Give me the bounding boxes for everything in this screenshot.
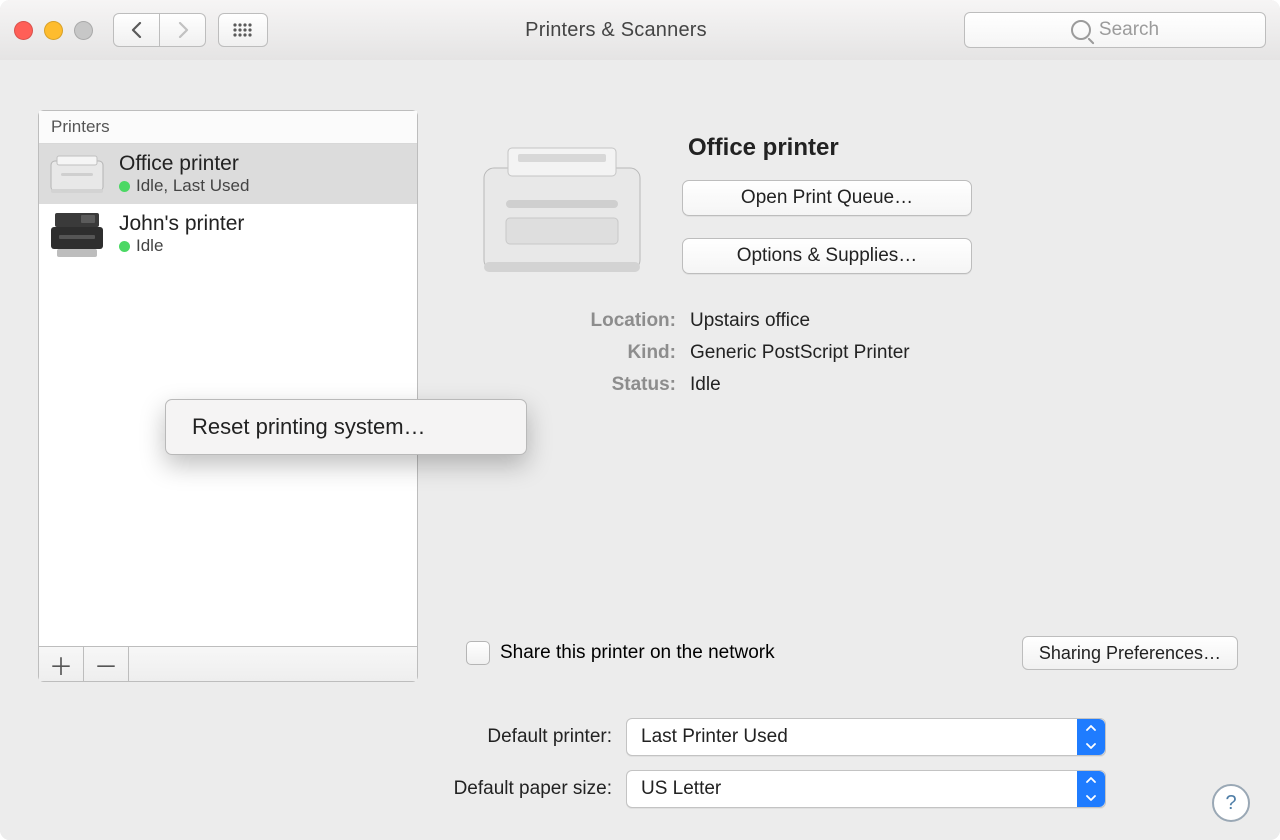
printer-row-office[interactable]: Office printer Idle, Last Used [39,144,417,204]
default-paper-row: Default paper size: US Letter [0,770,1252,808]
printer-list-panel: Printers Office printer Idle, Last Used [38,110,418,682]
default-paper-popup[interactable]: US Letter [626,770,1106,808]
printer-hero: Office printer Open Print Queue… Options… [438,110,1252,298]
open-print-queue-button[interactable]: Open Print Queue… [682,180,972,216]
window-zoom-button[interactable] [74,21,93,40]
search-icon [1071,20,1091,40]
forward-button[interactable] [160,13,206,47]
printer-actions: Office printer Open Print Queue… Options… [672,128,1232,296]
add-printer-button[interactable]: ＋ [39,647,84,681]
printer-icon [47,210,107,258]
minus-icon: － [94,647,118,682]
default-printer-row: Default printer: Last Printer Used [0,718,1252,756]
kind-label: Kind: [456,342,676,364]
titlebar: Printers & Scanners Search [0,0,1280,61]
status-value: Idle [690,374,721,396]
popup-stepper-icon [1077,719,1105,755]
show-all-button[interactable] [218,13,268,47]
printer-list-header: Printers [39,111,417,144]
back-button[interactable] [113,13,160,47]
chevron-left-icon [131,22,143,38]
content-area: Printers Office printer Idle, Last Used [0,60,1280,840]
printer-detail-panel: Office printer Open Print Queue… Options… [438,110,1252,680]
status-dot-icon [119,181,130,192]
printer-icon [47,150,107,198]
window-close-button[interactable] [14,21,33,40]
options-and-supplies-button[interactable]: Options & Supplies… [682,238,972,274]
remove-printer-button[interactable]: － [84,647,129,681]
nav-buttons [113,13,206,47]
reset-printing-system-item[interactable]: Reset printing system… [166,406,526,448]
printer-status: Idle, Last Used [119,176,249,196]
kind-value: Generic PostScript Printer [690,342,910,364]
printer-name: Office printer [119,152,249,176]
printer-metadata: Location: Upstairs office Kind: Generic … [438,298,1252,396]
default-printer-popup[interactable]: Last Printer Used [626,718,1106,756]
grid-icon [233,23,253,37]
printer-status: Idle [119,236,244,256]
plus-icon: ＋ [49,647,73,682]
default-paper-value: US Letter [627,778,721,800]
window-minimize-button[interactable] [44,21,63,40]
search-field[interactable]: Search [964,12,1266,48]
default-paper-label: Default paper size: [0,778,612,800]
detail-printer-name: Office printer [682,134,1232,162]
status-dot-icon [119,241,130,252]
share-row: Share this printer on the network Sharin… [466,636,1238,670]
sharing-preferences-button[interactable]: Sharing Preferences… [1022,636,1238,670]
help-button[interactable]: ? [1212,784,1250,822]
printer-large-icon [462,128,662,298]
defaults-area: Default printer: Last Printer Used Defau… [0,718,1252,822]
traffic-lights [14,21,93,40]
printer-name: John's printer [119,212,244,236]
search-placeholder: Search [1099,19,1159,41]
meta-location-row: Location: Upstairs office [456,310,1248,332]
meta-status-row: Status: Idle [456,374,1248,396]
popup-stepper-icon [1077,771,1105,807]
printer-row-johns[interactable]: John's printer Idle [39,204,417,264]
help-icon: ? [1225,792,1236,815]
printer-list[interactable]: Office printer Idle, Last Used [39,144,417,646]
chevron-right-icon [177,22,189,38]
default-printer-value: Last Printer Used [627,726,788,748]
meta-kind-row: Kind: Generic PostScript Printer [456,342,1248,364]
status-label: Status: [456,374,676,396]
default-printer-label: Default printer: [0,726,612,748]
share-printer-checkbox[interactable] [466,641,490,665]
prefs-window: Printers & Scanners Search Printers [0,0,1280,840]
share-printer-label: Share this printer on the network [500,642,775,664]
printer-context-menu: Reset printing system… [165,399,527,455]
printer-list-footer: ＋ － [39,646,417,681]
location-label: Location: [456,310,676,332]
location-value: Upstairs office [690,310,810,332]
window-title: Printers & Scanners [280,19,952,42]
